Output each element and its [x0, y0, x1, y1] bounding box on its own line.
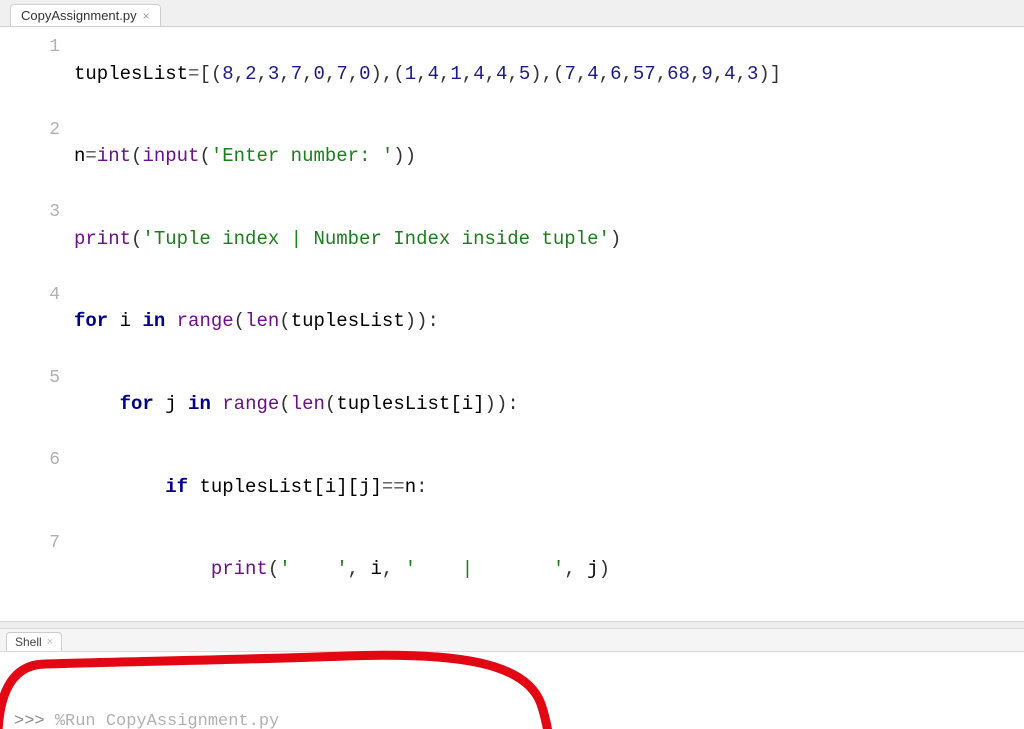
- editor-tab-bar: CopyAssignment.py ×: [0, 0, 1024, 27]
- close-icon[interactable]: ×: [47, 636, 53, 648]
- code-line: 2 n=int(input('Enter number: ')): [0, 116, 1024, 199]
- code-line: 6 if tuplesList[i][j]==n:: [0, 446, 1024, 529]
- code-line: 7 print(' ', i, ' | ', j): [0, 529, 1024, 612]
- line-number: 7: [0, 530, 74, 556]
- shell-prompt: >>>: [14, 712, 55, 729]
- line-number: 5: [0, 365, 74, 391]
- shell-output[interactable]: >>> %Run CopyAssignment.py Enter number:…: [0, 652, 1024, 729]
- line-number: 3: [0, 199, 74, 225]
- editor-tab-label: CopyAssignment.py: [21, 8, 137, 23]
- shell-line: >>> %Run CopyAssignment.py: [14, 710, 1010, 729]
- shell-tab-label: Shell: [15, 635, 42, 649]
- code-line: 4 for i in range(len(tuplesList)):: [0, 281, 1024, 364]
- code-line: 3 print('Tuple index | Number Index insi…: [0, 198, 1024, 281]
- shell-tab-bar: Shell ×: [0, 629, 1024, 652]
- run-command: %Run CopyAssignment.py: [55, 712, 279, 729]
- code-editor[interactable]: 1 tuplesList=[(8,2,3,7,0,7,0),(1,4,1,4,4…: [0, 27, 1024, 621]
- pane-splitter[interactable]: [0, 621, 1024, 629]
- line-number: 4: [0, 282, 74, 308]
- line-number: 6: [0, 447, 74, 473]
- editor-tab[interactable]: CopyAssignment.py ×: [10, 4, 161, 26]
- line-number: 1: [0, 34, 74, 60]
- code-line: 1 tuplesList=[(8,2,3,7,0,7,0),(1,4,1,4,4…: [0, 33, 1024, 116]
- line-number: 2: [0, 117, 74, 143]
- shell-tab[interactable]: Shell ×: [6, 632, 62, 651]
- code-line: 5 for j in range(len(tuplesList[i])):: [0, 364, 1024, 447]
- close-icon[interactable]: ×: [143, 10, 150, 22]
